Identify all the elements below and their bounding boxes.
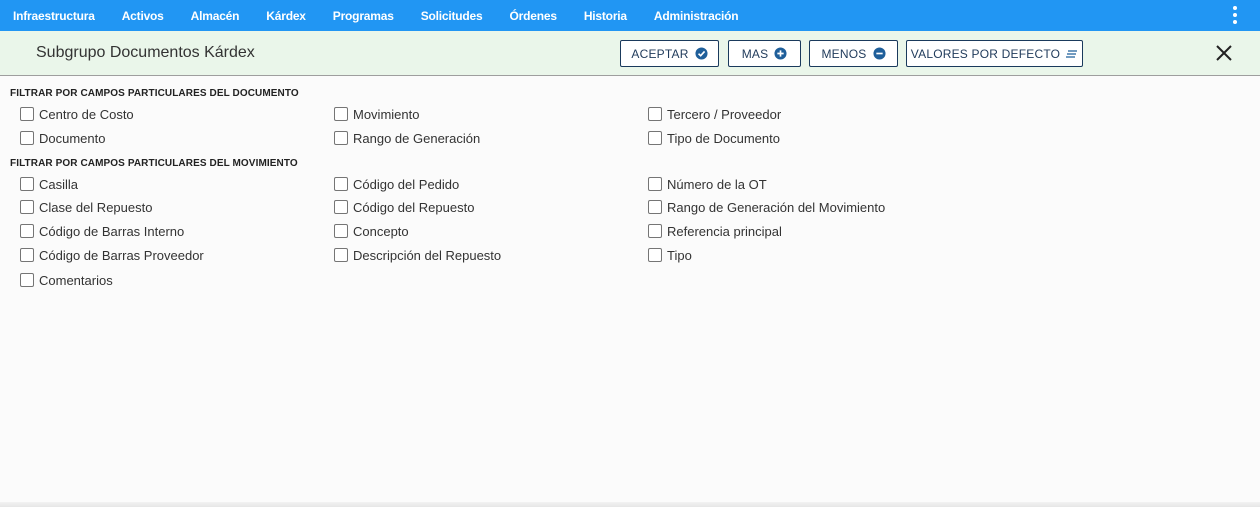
checkbox-box[interactable] xyxy=(20,131,34,145)
checkbox-tipo[interactable]: Tipo xyxy=(648,247,692,263)
checkbox-referencia-principal[interactable]: Referencia principal xyxy=(648,223,782,239)
checkbox-label: Rango de Generación xyxy=(353,130,481,146)
checkbox-codigo-del-repuesto[interactable]: Código del Repuesto xyxy=(334,199,474,215)
checkbox-label: Comentarios xyxy=(39,272,113,288)
menos-button-label: MENOS xyxy=(821,46,867,61)
section-title-movimiento: FILTRAR POR CAMPOS PARTICULARES DEL MOVI… xyxy=(10,158,298,169)
title-bar: Subgrupo Documentos Kárdex ACEPTAR MAS M… xyxy=(0,31,1260,76)
checkbox-box[interactable] xyxy=(20,248,34,262)
checkbox-box[interactable] xyxy=(648,248,662,262)
checkbox-box[interactable] xyxy=(334,224,348,238)
checkbox-codigo-de-barras-proveedor[interactable]: Código de Barras Proveedor xyxy=(20,247,204,263)
checkbox-movimiento[interactable]: Movimiento xyxy=(334,106,419,122)
checkbox-label: Código de Barras Interno xyxy=(39,223,185,239)
checkbox-box[interactable] xyxy=(334,200,348,214)
checkbox-box[interactable] xyxy=(20,177,34,191)
checkbox-label: Referencia principal xyxy=(667,223,782,239)
nav-item-infraestructura[interactable]: Infraestructura xyxy=(13,9,95,23)
checkbox-box[interactable] xyxy=(20,200,34,214)
valores-por-defecto-button[interactable]: VALORES POR DEFECTO xyxy=(906,40,1083,67)
checkbox-box[interactable] xyxy=(334,248,348,262)
mas-button-label: MAS xyxy=(741,46,769,61)
check-circle-icon xyxy=(695,47,708,60)
checkbox-label: Código del Pedido xyxy=(353,176,460,192)
checkbox-tipo-de-documento[interactable]: Tipo de Documento xyxy=(648,130,780,146)
checkbox-tercero-proveedor[interactable]: Tercero / Proveedor xyxy=(648,106,781,122)
nav-item-administracion[interactable]: Administración xyxy=(654,9,739,23)
checkbox-label: Código del Repuesto xyxy=(353,199,475,215)
checkbox-documento[interactable]: Documento xyxy=(20,130,105,146)
checkbox-box[interactable] xyxy=(648,177,662,191)
checkbox-box[interactable] xyxy=(334,107,348,121)
minus-circle-icon xyxy=(872,47,886,60)
checkbox-box[interactable] xyxy=(334,177,348,191)
vertical-dots-icon[interactable] xyxy=(1230,4,1240,26)
nav-item-kardex[interactable]: Kárdex xyxy=(266,9,306,23)
checkbox-box[interactable] xyxy=(648,107,662,121)
checkbox-rango-de-generacion-del-movimiento[interactable]: Rango de Generación del Movimiento xyxy=(648,199,885,215)
checkbox-label: Movimiento xyxy=(353,106,420,122)
checkbox-box[interactable] xyxy=(334,131,348,145)
checkbox-label: Clase del Repuesto xyxy=(39,199,153,215)
checkbox-label: Descripción del Repuesto xyxy=(353,247,502,263)
menos-button[interactable]: MENOS xyxy=(809,40,898,67)
nav-item-activos[interactable]: Activos xyxy=(122,9,164,23)
valores-por-defecto-label: VALORES POR DEFECTO xyxy=(910,46,1061,61)
nav-item-programas[interactable]: Programas xyxy=(333,9,394,23)
checkbox-box[interactable] xyxy=(648,224,662,238)
checkbox-box[interactable] xyxy=(648,131,662,145)
top-navbar: Infraestructura Activos Almacén Kárdex P… xyxy=(0,0,1260,31)
checkbox-clase-del-repuesto[interactable]: Clase del Repuesto xyxy=(20,199,152,215)
aceptar-button[interactable]: ACEPTAR xyxy=(620,40,719,67)
checkbox-concepto[interactable]: Concepto xyxy=(334,223,409,239)
checkbox-comentarios[interactable]: Comentarios xyxy=(20,272,113,288)
plus-circle-icon xyxy=(774,47,787,60)
nav-item-ordenes[interactable]: Órdenes xyxy=(510,9,557,23)
nav-item-historia[interactable]: Historia xyxy=(584,9,627,23)
close-icon[interactable] xyxy=(1214,43,1234,63)
checkbox-label: Número de la OT xyxy=(667,176,767,192)
checkbox-label: Tercero / Proveedor xyxy=(667,106,782,122)
nav-item-solicitudes[interactable]: Solicitudes xyxy=(421,9,483,23)
section-title-documento: FILTRAR POR CAMPOS PARTICULARES DEL DOCU… xyxy=(10,88,299,99)
bottom-divider xyxy=(0,502,1260,507)
checkbox-rango-de-generacion[interactable]: Rango de Generación xyxy=(334,130,480,146)
checkbox-label: Concepto xyxy=(353,223,409,239)
checkbox-label: Centro de Costo xyxy=(39,106,134,122)
checkbox-box[interactable] xyxy=(20,273,34,287)
page-title: Subgrupo Documentos Kárdex xyxy=(36,44,255,61)
checkbox-numero-de-la-ot[interactable]: Número de la OT xyxy=(648,176,767,192)
checkbox-box[interactable] xyxy=(648,200,662,214)
checkbox-codigo-del-pedido[interactable]: Código del Pedido xyxy=(334,176,459,192)
checkbox-codigo-de-barras-interno[interactable]: Código de Barras Interno xyxy=(20,223,184,239)
aceptar-button-label: ACEPTAR xyxy=(631,46,689,61)
checkbox-box[interactable] xyxy=(20,224,34,238)
mas-button[interactable]: MAS xyxy=(728,40,801,67)
checkbox-box[interactable] xyxy=(20,107,34,121)
checkbox-label: Tipo de Documento xyxy=(667,130,780,146)
checkbox-descripcion-del-repuesto[interactable]: Descripción del Repuesto xyxy=(334,247,501,263)
checkbox-centro-de-costo[interactable]: Centro de Costo xyxy=(20,106,134,122)
checkbox-label: Documento xyxy=(39,130,106,146)
checkbox-casilla[interactable]: Casilla xyxy=(20,176,78,192)
nav-item-almacen[interactable]: Almacén xyxy=(191,9,240,23)
checkbox-label: Código de Barras Proveedor xyxy=(39,247,204,263)
checkbox-label: Casilla xyxy=(39,176,79,192)
list-lines-icon xyxy=(1066,49,1078,58)
checkbox-label: Rango de Generación del Movimiento xyxy=(667,199,886,215)
checkbox-label: Tipo xyxy=(667,247,692,263)
